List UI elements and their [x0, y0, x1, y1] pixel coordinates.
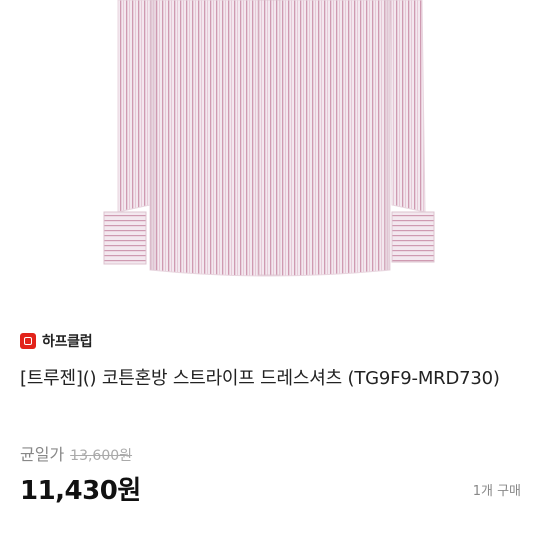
store-name: 하프클럽	[42, 334, 93, 350]
purchase-count: 1개 구매	[472, 484, 521, 499]
current-price: 11,430원	[20, 476, 141, 506]
store-row[interactable]: 하프클럽	[20, 330, 93, 352]
product-title[interactable]: [트루젠]() 코튼혼방 스트라이프 드레스셔츠 (TG9F9-MRD730)	[20, 365, 520, 393]
store-logo-icon	[20, 333, 36, 349]
shirt-illustration	[103, 0, 435, 277]
price-label: 균일가	[20, 445, 65, 464]
product-image[interactable]	[0, 0, 540, 302]
original-price: 13,600원	[70, 448, 133, 464]
price-row: 균일가 13,600원	[20, 441, 133, 464]
